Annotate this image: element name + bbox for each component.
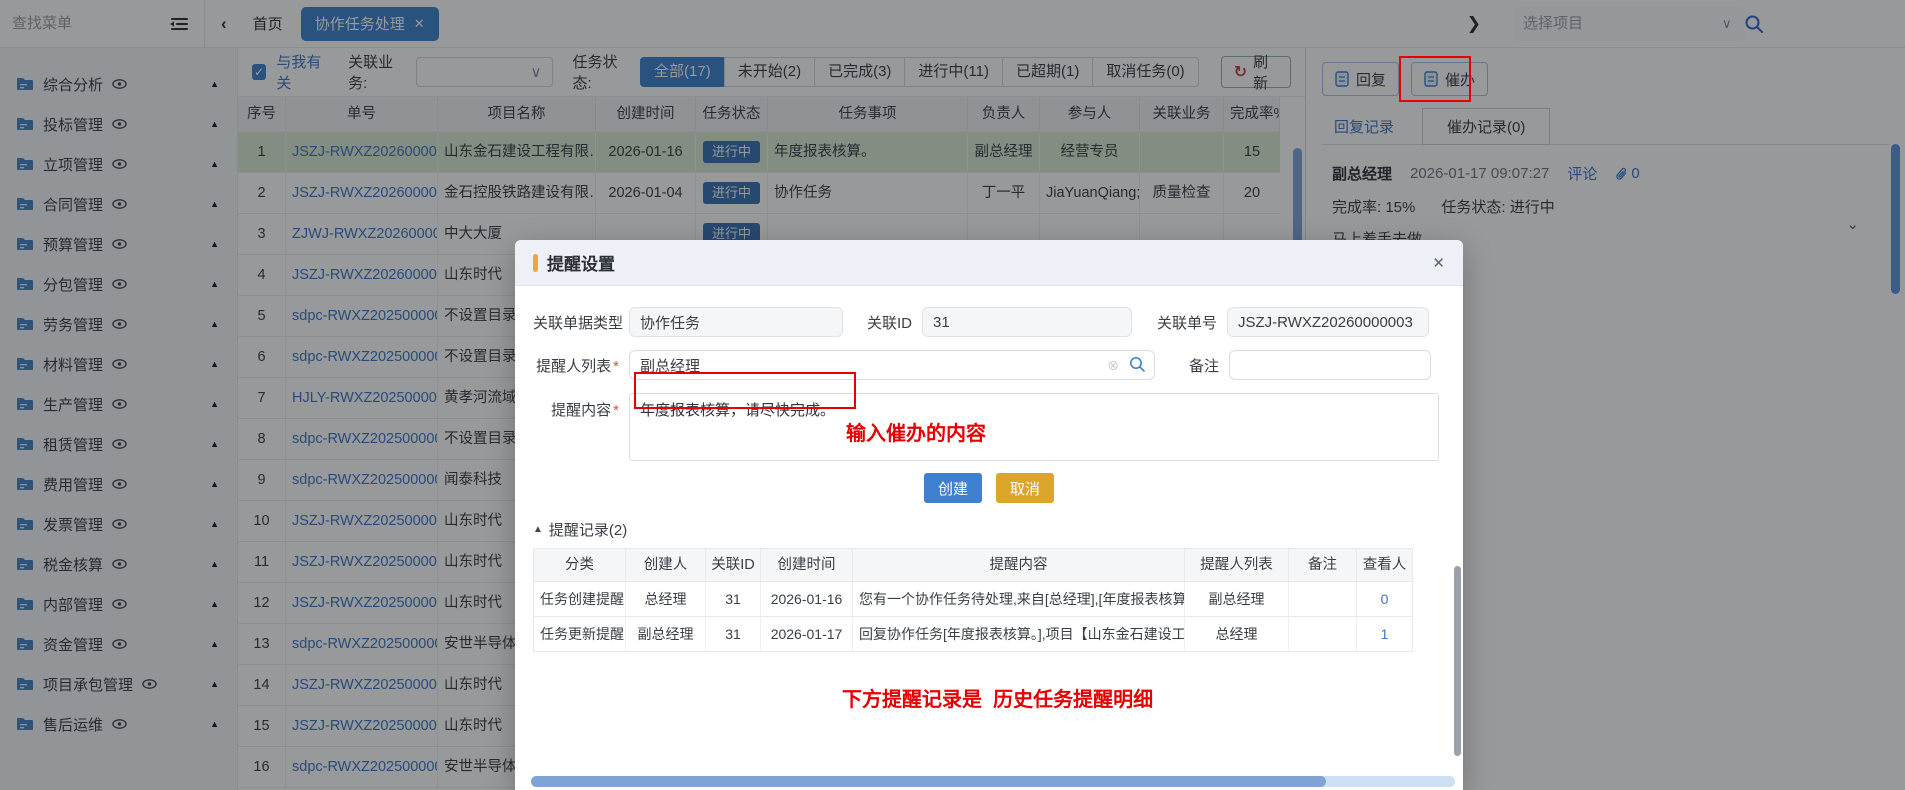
cancel-button[interactable]: 取消 (996, 473, 1054, 503)
content-label: 提醒内容* (533, 399, 629, 420)
reminder-records-title: 提醒记录(2) (549, 519, 627, 540)
cell-time: 2026-01-16 (761, 582, 853, 616)
collapse-up-icon: ▲ (533, 524, 543, 535)
cell-viewers-link[interactable]: 0 (1357, 582, 1412, 616)
record-row-2: 任务更新提醒副总经理312026-01-17回复协作任务[年度报表核算。],项目… (534, 617, 1412, 651)
reminder-records-toggle[interactable]: ▲ 提醒记录(2) (533, 519, 1445, 540)
cell-content: 回复协作任务[年度报表核算。],项目【山东金石建设工程 (853, 617, 1185, 651)
app-window: ‹ 首页 协作任务处理 ✕ ❯ ∨ 综合分析 ▲ (0, 0, 1905, 790)
cell-rel-id: 31 (706, 582, 761, 616)
create-button[interactable]: 创建 (924, 473, 982, 503)
cell-remark (1289, 617, 1357, 651)
reminder-records-table: 分类创建人关联ID创建时间提醒内容提醒人列表备注查看人 任务创建提醒总经理312… (533, 548, 1413, 652)
title-marker (533, 254, 538, 272)
remark-field[interactable] (1229, 350, 1431, 380)
urge-button-highlight-rect (1399, 56, 1471, 102)
record-header-remark: 备注 (1289, 549, 1357, 581)
record-header-rel_id: 关联ID (706, 549, 761, 581)
clear-icon[interactable]: ⊗ (1107, 357, 1119, 374)
horizontal-scrollbar-thumb[interactable] (531, 776, 1326, 787)
history-hint-annotation: 下方提醒记录是 历史任务提醒明细 (842, 683, 1153, 712)
notify-list-label: 提醒人列表* (533, 355, 629, 376)
cell-notify-list: 副总经理 (1185, 582, 1289, 616)
cell-category: 任务更新提醒 (534, 617, 626, 651)
rel-no-label: 关联单号 (1152, 312, 1227, 333)
record-header-notify: 提醒人列表 (1185, 549, 1289, 581)
cell-time: 2026-01-17 (761, 617, 853, 651)
cell-viewers-link[interactable]: 1 (1357, 617, 1412, 651)
cell-rel-id: 31 (706, 617, 761, 651)
close-icon[interactable]: ✕ (1432, 254, 1445, 272)
record-header-category: 分类 (534, 549, 626, 581)
search-icon[interactable] (1129, 356, 1146, 373)
cell-category: 任务创建提醒 (534, 582, 626, 616)
records-table-header: 分类创建人关联ID创建时间提醒内容提醒人列表备注查看人 (534, 549, 1412, 582)
doc-type-label: 关联单据类型 (533, 312, 629, 333)
cell-creator: 总经理 (626, 582, 706, 616)
record-header-content: 提醒内容 (853, 549, 1185, 581)
doc-type-field (629, 307, 843, 337)
rel-id-label: 关联ID (863, 312, 922, 333)
horizontal-scrollbar[interactable] (531, 776, 1455, 787)
record-header-time: 创建时间 (761, 549, 853, 581)
cell-content: 您有一个协作任务待处理,来自[总经理],[年度报表核算。] (853, 582, 1185, 616)
modal-body: 关联单据类型 关联ID 关联单号 提醒人列表* ⊗ 备注 (515, 286, 1463, 790)
modal-title: 提醒设置 (547, 250, 615, 275)
records-table-body: 任务创建提醒总经理312026-01-16您有一个协作任务待处理,来自[总经理]… (534, 582, 1412, 651)
modal-vertical-scrollbar[interactable] (1454, 566, 1461, 756)
record-header-viewers: 查看人 (1357, 549, 1412, 581)
remark-label: 备注 (1155, 355, 1229, 376)
cell-notify-list: 总经理 (1185, 617, 1289, 651)
input-hint-annotation: 输入催办的内容 (846, 417, 986, 446)
record-header-creator: 创建人 (626, 549, 706, 581)
rel-no-field (1227, 307, 1429, 337)
cell-creator: 副总经理 (626, 617, 706, 651)
modal-header: 提醒设置 ✕ (515, 240, 1463, 286)
record-row-1: 任务创建提醒总经理312026-01-16您有一个协作任务待处理,来自[总经理]… (534, 582, 1412, 617)
rel-id-field (922, 307, 1132, 337)
content-highlight-rect (634, 372, 856, 409)
cell-remark (1289, 582, 1357, 616)
